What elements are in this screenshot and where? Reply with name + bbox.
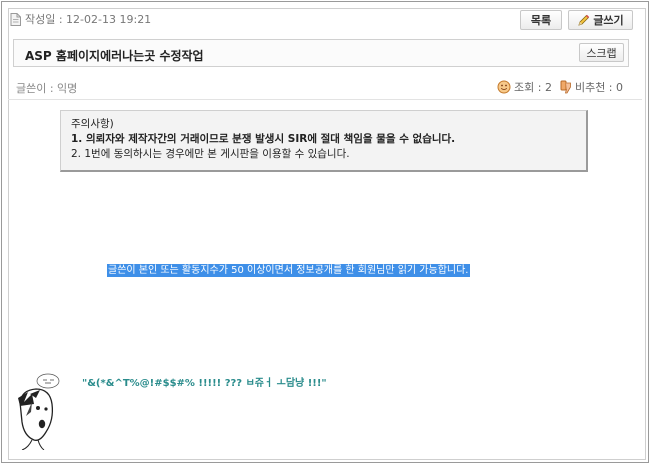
cartoon-character-icon (18, 373, 60, 450)
thumbs-down-icon[interactable] (560, 80, 572, 95)
post-date: 작성일 : 12-02-13 19:21 (25, 13, 152, 26)
post-panel (8, 8, 646, 460)
document-icon (10, 12, 21, 26)
write-button-label: 글쓰기 (593, 14, 624, 27)
post-stats: 조회 : 2 비추천 : 0 (497, 79, 623, 95)
scrap-button-label: 스크랩 (586, 46, 617, 60)
scrap-button[interactable]: 스크랩 (579, 43, 624, 62)
list-button[interactable]: 목록 (520, 10, 562, 30)
notice-heading: 주의사항) (71, 118, 114, 130)
write-button[interactable]: 글쓰기 (568, 10, 633, 30)
restricted-content-message[interactable]: 글쓴이 본인 또는 활동지수가 50 이상이면서 정보공개를 한 회원님만 읽기… (107, 264, 470, 277)
post-author: 글쓴이 : 익명 (16, 82, 78, 95)
signature-text: "&(*&^T%@!#$$#% !!!!! ??? ㅂ쥬ㅓ ㅗ담냥 !!!" (82, 378, 327, 389)
notice-line-1: 1. 의뢰자와 제작자간의 거래이므로 분쟁 발생시 SIR에 절대 책임을 물… (71, 133, 456, 145)
post-frame (1, 1, 649, 463)
view-count: 조회 : 2 (514, 81, 552, 94)
dislike-count: 비추천 : 0 (574, 81, 624, 94)
notice-line-2: 2. 1번에 동의하시는 경우에만 본 게시판을 이용할 수 있습니다. (71, 148, 350, 160)
post-title-bar: ASP 홈페이지에러나는곳 수정작업 스크랩 (13, 39, 629, 67)
post-meta: 작성일 : 12-02-13 19:21 (10, 11, 151, 27)
post-title: ASP 홈페이지에러나는곳 수정작업 (25, 49, 204, 63)
list-button-label: 목록 (530, 14, 552, 27)
header-divider (8, 99, 642, 100)
notice-box: 주의사항) 1. 의뢰자와 제작자간의 거래이므로 분쟁 발생시 SIR에 절대… (60, 110, 588, 172)
pencil-icon (578, 14, 590, 26)
smiley-icon (497, 80, 511, 94)
